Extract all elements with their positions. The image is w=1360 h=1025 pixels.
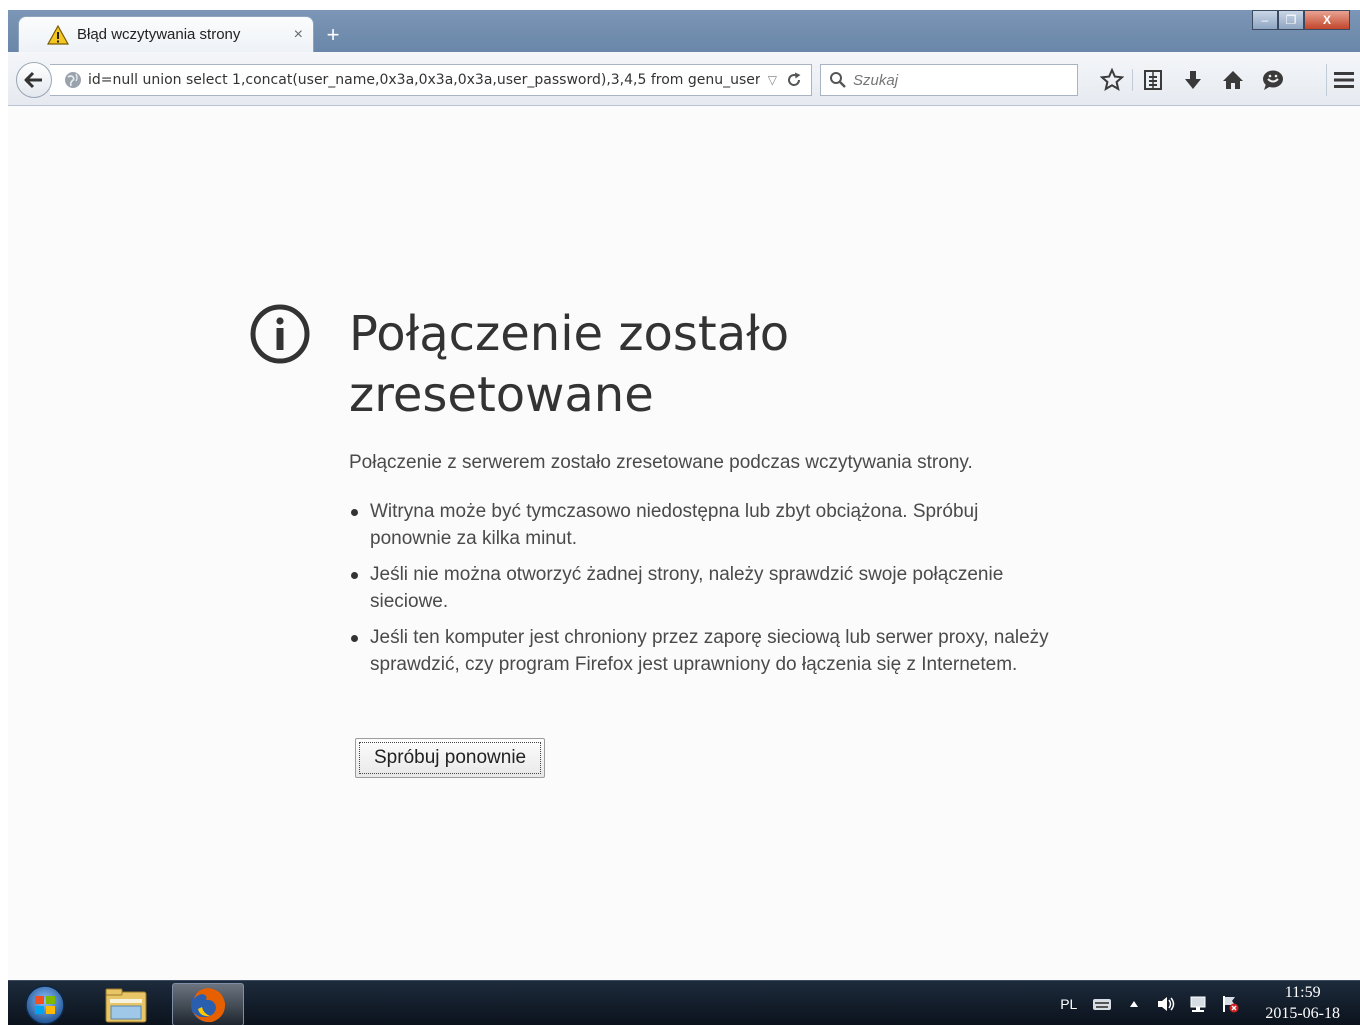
- error-title: Połączenie zostało zresetowane: [349, 306, 790, 423]
- bookmark-star-button[interactable]: [1092, 64, 1132, 96]
- open-menu-button[interactable]: [1326, 64, 1360, 96]
- error-suggestions: Witryna może być tymczasowo niedostępna …: [349, 498, 1049, 687]
- download-icon: [1185, 71, 1201, 89]
- menu-icon: [1333, 72, 1354, 88]
- close-window-button[interactable]: X: [1304, 10, 1350, 30]
- new-tab-button[interactable]: +: [318, 22, 348, 48]
- clock-date: 2015-06-18: [1265, 1004, 1340, 1022]
- home-button[interactable]: [1213, 64, 1253, 96]
- search-input[interactable]: [853, 71, 1053, 89]
- tab-error-page[interactable]: Błąd wczytywania strony ×: [18, 16, 314, 52]
- clock-time: 11:59: [1284, 983, 1321, 1001]
- windows-taskbar: PL 11:59 2015-06-18: [8, 980, 1360, 1025]
- bookmarks-menu-button[interactable]: [1133, 64, 1173, 96]
- window-controls: – ❐ X: [1252, 10, 1350, 32]
- back-arrow-icon: [24, 71, 42, 89]
- back-button[interactable]: [16, 62, 52, 98]
- network-icon[interactable]: [1187, 994, 1209, 1014]
- info-icon: [250, 304, 310, 364]
- folder-icon: [105, 988, 147, 1022]
- taskbar-explorer[interactable]: [90, 983, 162, 1025]
- system-tray: PL 11:59 2015-06-18: [1060, 981, 1340, 1025]
- reload-icon[interactable]: [785, 71, 803, 89]
- action-center-flag-icon[interactable]: [1219, 994, 1241, 1014]
- volume-icon[interactable]: [1155, 994, 1177, 1014]
- hello-chat-button[interactable]: [1253, 64, 1293, 96]
- taskbar-firefox[interactable]: [172, 983, 244, 1025]
- tab-title: Błąd wczytywania strony: [77, 26, 241, 43]
- toolbar-icons: [1092, 64, 1293, 96]
- search-icon: [830, 72, 846, 88]
- url-bar[interactable]: id=null union select 1,concat(user_name,…: [50, 64, 812, 96]
- chat-icon: [1263, 70, 1283, 90]
- minimize-button[interactable]: –: [1252, 10, 1278, 30]
- retry-button[interactable]: Spróbuj ponownie: [355, 738, 546, 778]
- window-titlebar: Błąd wczytywania strony × + – ❐ X: [8, 10, 1360, 52]
- reading-list-icon: [1144, 70, 1162, 90]
- warning-icon: [47, 24, 69, 45]
- navigation-toolbar: id=null union select 1,concat(user_name,…: [8, 52, 1360, 106]
- firefox-icon: [191, 987, 226, 1022]
- globe-icon: [65, 72, 81, 88]
- history-dropdown-icon[interactable]: ▽: [768, 73, 777, 87]
- search-bar[interactable]: [820, 64, 1078, 96]
- show-hidden-icons-icon[interactable]: [1123, 994, 1145, 1014]
- url-text[interactable]: id=null union select 1,concat(user_name,…: [88, 72, 760, 88]
- list-item: Jeśli ten komputer jest chroniony przez …: [349, 624, 1049, 678]
- retry-button-label: Spróbuj ponownie: [359, 742, 542, 774]
- restore-button[interactable]: ❐: [1278, 10, 1304, 30]
- list-item: Jeśli nie można otworzyć żadnej strony, …: [349, 561, 1049, 615]
- start-orb-icon[interactable]: [18, 983, 72, 1025]
- home-icon: [1223, 71, 1243, 89]
- star-icon: [1100, 68, 1124, 92]
- error-page: Połączenie zostało zresetowane Połączeni…: [8, 106, 1360, 980]
- error-description: Połączenie z serwerem zostało zresetowan…: [349, 452, 973, 473]
- list-item: Witryna może być tymczasowo niedostępna …: [349, 498, 1049, 552]
- downloads-button[interactable]: [1173, 64, 1213, 96]
- system-clock[interactable]: 11:59 2015-06-18: [1265, 983, 1340, 1025]
- language-indicator[interactable]: PL: [1060, 996, 1077, 1012]
- keyboard-icon[interactable]: [1091, 994, 1113, 1014]
- tab-close-icon[interactable]: ×: [294, 26, 303, 44]
